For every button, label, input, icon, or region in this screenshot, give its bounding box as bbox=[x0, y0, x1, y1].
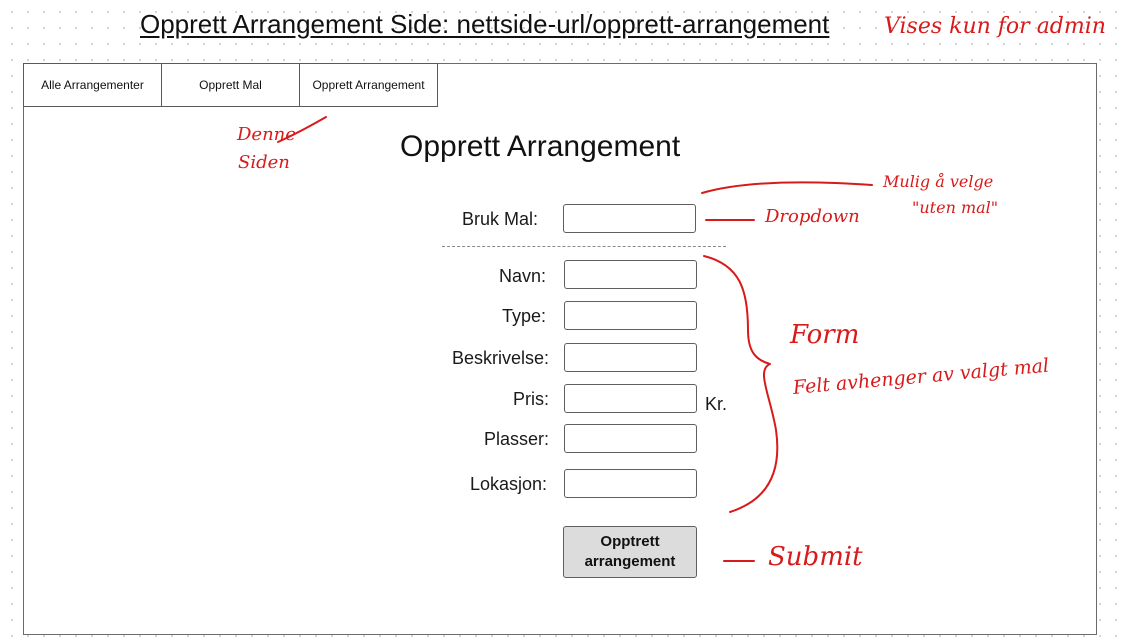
annotation-mulig-velge: Mulig å velge bbox=[883, 172, 994, 191]
form-separator bbox=[442, 246, 726, 247]
beskrivelse-label: Beskrivelse: bbox=[451, 348, 549, 368]
template-dropdown[interactable] bbox=[563, 204, 696, 233]
form-title: Opprett Arrangement bbox=[400, 130, 681, 163]
navn-label: Navn: bbox=[498, 266, 546, 286]
annotation-denne: Denne bbox=[237, 124, 296, 145]
app-window: Alle Arrangementer Opprett Mal Opprett A… bbox=[23, 63, 1097, 635]
lokasjon-label: Lokasjon: bbox=[469, 474, 547, 494]
pris-label: Pris: bbox=[513, 389, 549, 409]
annotation-submit: Submit bbox=[768, 542, 863, 572]
type-input[interactable] bbox=[564, 301, 697, 330]
template-label: Bruk Mal: bbox=[461, 209, 538, 229]
annotation-siden: Siden bbox=[238, 152, 290, 173]
tab-opprett-arrangement[interactable]: Opprett Arrangement bbox=[299, 63, 438, 107]
annotation-dropdown: Dropdown bbox=[765, 206, 860, 227]
plasser-label: Plasser: bbox=[483, 429, 549, 449]
tab-opprett-mal[interactable]: Opprett Mal bbox=[161, 63, 300, 107]
type-label: Type: bbox=[501, 306, 546, 326]
tab-alle-arrangementer[interactable]: Alle Arrangementer bbox=[23, 63, 162, 107]
plasser-input[interactable] bbox=[564, 424, 697, 453]
annotation-admin-only: Vises kun for admin bbox=[884, 14, 1106, 39]
pris-input[interactable] bbox=[564, 384, 697, 413]
lokasjon-input[interactable] bbox=[564, 469, 697, 498]
annotation-form: Form bbox=[790, 320, 860, 350]
navn-input[interactable] bbox=[564, 260, 697, 289]
submit-button[interactable]: Opptrett arrangement bbox=[563, 526, 697, 578]
price-unit: Kr. bbox=[705, 394, 728, 414]
annotation-uten-mal: "uten mal" bbox=[912, 198, 999, 217]
page-heading: Opprett Arrangement Side: nettside-url/o… bbox=[140, 9, 830, 39]
beskrivelse-input[interactable] bbox=[564, 343, 697, 372]
